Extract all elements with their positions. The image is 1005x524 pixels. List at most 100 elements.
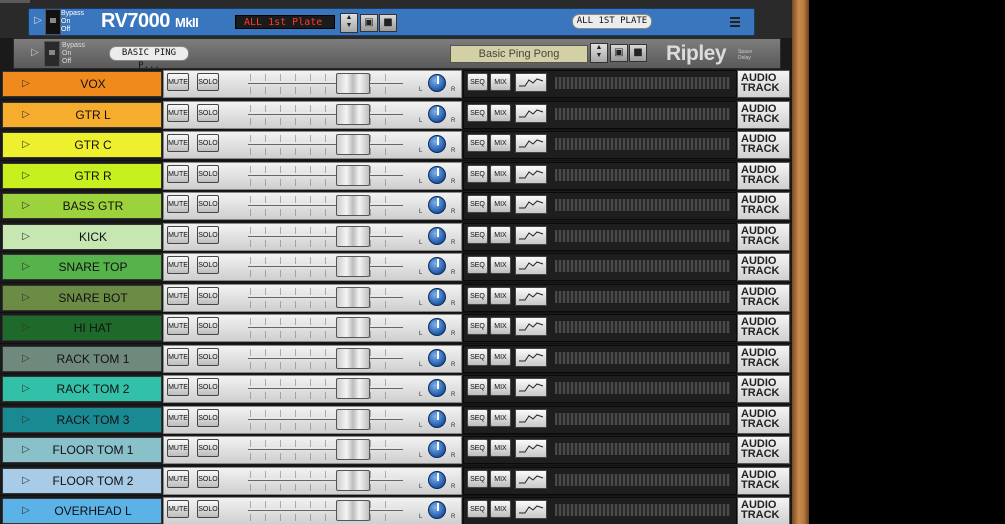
bypass-switch[interactable] [44, 41, 60, 67]
folder-icon[interactable]: ▣ [360, 14, 378, 32]
mix-button[interactable]: MIX [490, 103, 511, 122]
solo-button[interactable]: SOLO [197, 439, 219, 457]
pan-knob[interactable] [428, 348, 446, 367]
seq-button[interactable]: SEQ [467, 378, 488, 396]
seq-button[interactable]: SEQ [467, 73, 488, 91]
seq-button[interactable]: SEQ [467, 195, 488, 213]
program-spinner[interactable]: ▲ ▼ [340, 13, 358, 33]
pan-knob[interactable] [428, 409, 446, 428]
mute-button[interactable]: MUTE [167, 317, 189, 335]
preset-spinner[interactable]: ▲ ▼ [590, 43, 608, 63]
fold-device-icon[interactable]: ▷ [28, 46, 42, 60]
mute-button[interactable]: MUTE [167, 408, 189, 427]
mute-button[interactable]: MUTE [167, 469, 189, 488]
mix-button[interactable]: MIX [490, 286, 511, 305]
pan-knob[interactable] [428, 440, 446, 458]
eq-curve-icon[interactable] [515, 317, 547, 336]
channel-name-bar[interactable]: ▷ RACK TOM 2 [2, 376, 162, 402]
seq-button[interactable]: SEQ [467, 256, 488, 274]
eq-curve-icon[interactable] [515, 347, 547, 367]
solo-button[interactable]: SOLO [197, 408, 219, 427]
mix-button[interactable]: MIX [490, 439, 511, 457]
mix-button[interactable]: MIX [490, 317, 511, 335]
channel-name-bar[interactable]: ▷ GTR C [2, 132, 162, 158]
level-fader[interactable] [336, 469, 370, 491]
menu-icon[interactable] [730, 17, 740, 27]
level-fader[interactable] [336, 195, 370, 216]
solo-button[interactable]: SOLO [197, 347, 219, 366]
channel-name-bar[interactable]: ▷ BASS GTR [2, 193, 162, 219]
level-fader[interactable] [336, 73, 370, 94]
level-fader[interactable] [336, 500, 370, 521]
channel-name-bar[interactable]: ▷ GTR L [2, 101, 162, 128]
solo-button[interactable]: SOLO [197, 286, 219, 305]
pan-knob[interactable] [428, 196, 446, 214]
solo-button[interactable]: SOLO [197, 103, 219, 122]
pan-knob[interactable] [428, 226, 446, 245]
mix-button[interactable]: MIX [490, 408, 511, 427]
mute-button[interactable]: MUTE [167, 347, 189, 366]
mix-button[interactable]: MIX [490, 469, 511, 488]
eq-curve-icon[interactable] [515, 134, 547, 153]
level-fader[interactable] [336, 439, 370, 460]
channel-name-bar[interactable]: ▷ OVERHEAD L [2, 498, 162, 524]
channel-name-bar[interactable]: ▷ SNARE TOP [2, 254, 162, 280]
level-fader[interactable] [336, 225, 370, 247]
seq-button[interactable]: SEQ [467, 347, 488, 366]
channel-name-bar[interactable]: ▷ GTR R [2, 162, 162, 189]
pan-knob[interactable] [428, 501, 446, 519]
seq-button[interactable]: SEQ [467, 103, 488, 122]
mix-button[interactable]: MIX [490, 500, 511, 518]
eq-curve-icon[interactable] [515, 469, 547, 489]
pan-knob[interactable] [428, 74, 446, 92]
eq-curve-icon[interactable] [515, 225, 547, 245]
level-fader[interactable] [336, 378, 370, 399]
save-icon[interactable]: ■ [379, 14, 397, 32]
channel-name-bar[interactable]: ▷ RACK TOM 1 [2, 345, 162, 372]
solo-button[interactable]: SOLO [197, 134, 219, 152]
mute-button[interactable]: MUTE [167, 134, 189, 152]
level-fader[interactable] [336, 286, 370, 308]
eq-curve-icon[interactable] [515, 103, 547, 123]
solo-button[interactable]: SOLO [197, 73, 219, 91]
solo-button[interactable]: SOLO [197, 256, 219, 274]
level-fader[interactable] [336, 164, 370, 186]
solo-button[interactable]: SOLO [197, 225, 219, 244]
save-icon[interactable]: ■ [629, 44, 647, 62]
level-fader[interactable] [336, 408, 370, 430]
seq-button[interactable]: SEQ [467, 439, 488, 457]
seq-button[interactable]: SEQ [467, 164, 488, 183]
fold-device-icon[interactable]: ▷ [31, 14, 45, 28]
eq-curve-icon[interactable] [515, 256, 547, 275]
mix-button[interactable]: MIX [490, 225, 511, 244]
mute-button[interactable]: MUTE [167, 439, 189, 457]
solo-button[interactable]: SOLO [197, 164, 219, 183]
eq-curve-icon[interactable] [515, 73, 547, 92]
mute-button[interactable]: MUTE [167, 256, 189, 274]
mute-button[interactable]: MUTE [167, 195, 189, 213]
pan-knob[interactable] [428, 287, 446, 306]
solo-button[interactable]: SOLO [197, 195, 219, 213]
mute-button[interactable]: MUTE [167, 225, 189, 244]
eq-curve-icon[interactable] [515, 164, 547, 184]
solo-button[interactable]: SOLO [197, 378, 219, 396]
pan-knob[interactable] [428, 165, 446, 184]
seq-button[interactable]: SEQ [467, 134, 488, 152]
seq-button[interactable]: SEQ [467, 317, 488, 335]
folder-icon[interactable]: ▣ [610, 44, 628, 62]
pan-knob[interactable] [428, 318, 446, 336]
pan-knob[interactable] [428, 379, 446, 397]
mute-button[interactable]: MUTE [167, 500, 189, 518]
eq-curve-icon[interactable] [515, 500, 547, 519]
pan-knob[interactable] [428, 135, 446, 153]
mix-button[interactable]: MIX [490, 73, 511, 91]
mix-button[interactable]: MIX [490, 134, 511, 152]
solo-button[interactable]: SOLO [197, 317, 219, 335]
mute-button[interactable]: MUTE [167, 164, 189, 183]
channel-name-bar[interactable]: ▷ RACK TOM 3 [2, 406, 162, 433]
mix-button[interactable]: MIX [490, 347, 511, 366]
level-fader[interactable] [336, 256, 370, 277]
seq-button[interactable]: SEQ [467, 408, 488, 427]
mix-button[interactable]: MIX [490, 195, 511, 213]
seq-button[interactable]: SEQ [467, 286, 488, 305]
